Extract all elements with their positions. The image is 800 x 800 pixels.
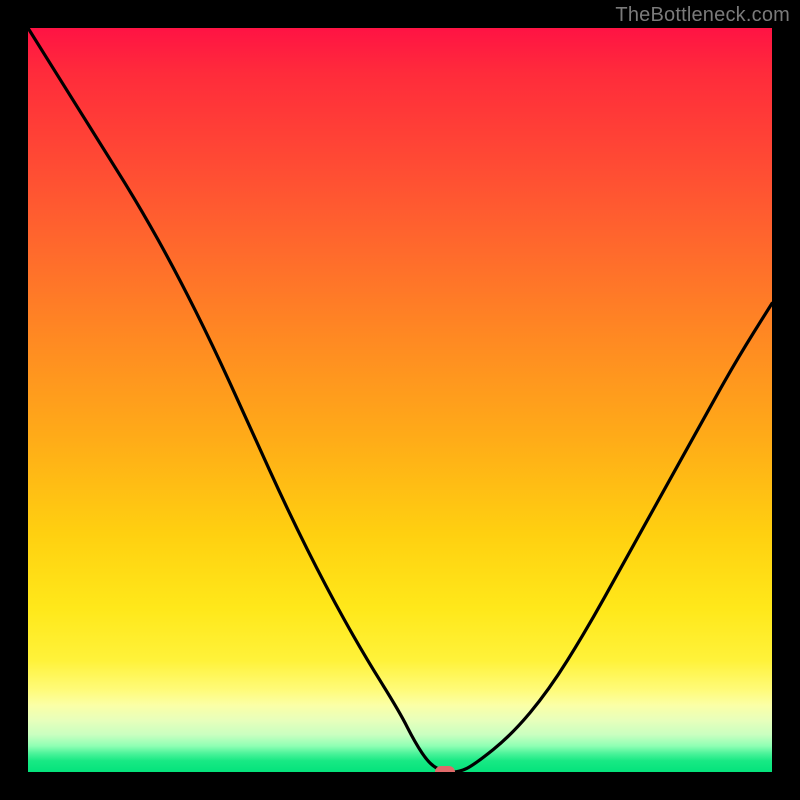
bottleneck-curve (28, 28, 772, 772)
chart-frame: TheBottleneck.com (0, 0, 800, 800)
plot-area (28, 28, 772, 772)
watermark-text: TheBottleneck.com (615, 4, 790, 27)
optimum-marker (435, 766, 455, 772)
